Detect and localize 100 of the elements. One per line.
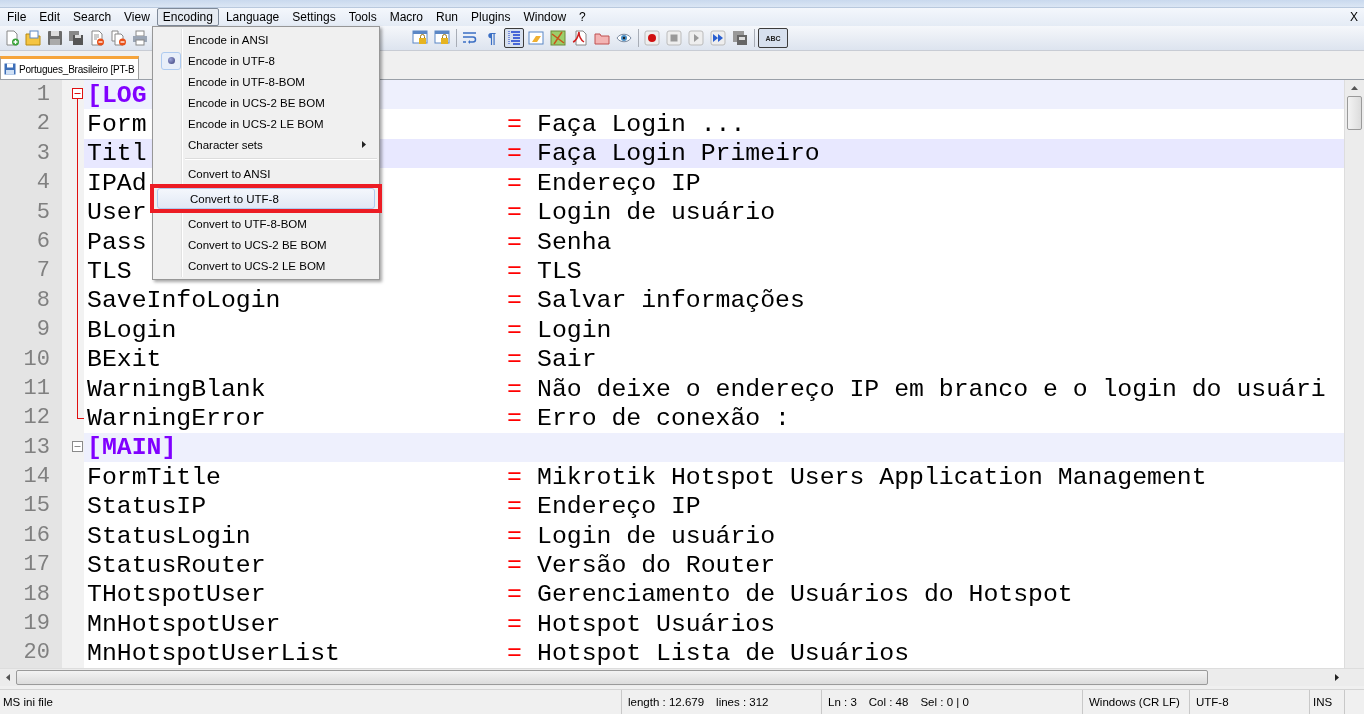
line-number: 19 — [22, 610, 51, 639]
menu-item[interactable]: Convert to UTF-8-BOM — [155, 213, 377, 234]
menu-item[interactable]: ? — [573, 8, 592, 26]
menu-item[interactable]: Encode in UTF-8 — [155, 50, 377, 71]
scrollbar-thumb[interactable] — [1347, 96, 1362, 130]
status-text: Ln : 3 — [828, 696, 857, 708]
section-header: [MAIN] — [87, 433, 177, 462]
menu-item[interactable]: Convert to UCS-2 LE BOM — [155, 255, 377, 276]
menu-item[interactable]: Encode in UCS-2 BE BOM — [155, 92, 377, 113]
fast-forward-icon — [710, 30, 726, 46]
status-text: Col : 48 — [868, 696, 909, 708]
toolbar-button[interactable] — [66, 28, 86, 48]
ini-key: MnHotspotUser — [87, 609, 281, 638]
ini-value: Hotspot Usuários — [537, 609, 776, 638]
equals-sign: = — [507, 257, 522, 286]
collapse-icon[interactable] — [72, 88, 83, 99]
line-number: 15 — [22, 492, 51, 521]
close-document-icon — [89, 30, 106, 46]
toolbar-button[interactable] — [109, 28, 129, 48]
equals-sign: = — [507, 315, 522, 344]
equals-sign: = — [507, 286, 522, 315]
line-number: 9 — [35, 316, 51, 345]
line-number: 10 — [22, 345, 51, 374]
equals-sign: = — [507, 227, 522, 256]
menu-item[interactable]: File — [1, 8, 33, 26]
save-macro-icon — [732, 30, 748, 46]
vertical-scrollbar[interactable] — [1344, 80, 1364, 668]
ini-value: Gerenciamento de Usuários do Hotspot — [537, 580, 1073, 609]
menu-item[interactable]: Tools — [342, 8, 383, 26]
ini-key: Titl — [87, 139, 147, 168]
map-icon — [550, 30, 566, 46]
menu-item[interactable]: Edit — [33, 8, 67, 26]
close-button[interactable]: X — [1350, 10, 1358, 24]
line-number: 18 — [22, 580, 51, 609]
toolbar-button[interactable] — [548, 28, 568, 48]
menu-item[interactable]: Encode in UCS-2 LE BOM — [155, 113, 377, 134]
ini-value: Login — [537, 315, 612, 344]
toolbar-button[interactable] — [642, 28, 662, 48]
line-number: 4 — [35, 169, 51, 198]
ini-value: Não deixe o endereço IP em branco e o login do usuári — [537, 374, 1326, 403]
equals-sign: = — [507, 462, 522, 491]
scrollbar-thumb[interactable] — [16, 670, 1208, 685]
panel-icon — [528, 30, 544, 46]
menu-item[interactable]: Settings — [286, 8, 342, 26]
equals-sign: = — [507, 374, 522, 403]
ini-value: Login de usuário — [537, 198, 776, 227]
ini-value: Sair — [537, 345, 597, 374]
ini-key: BExit — [87, 345, 162, 374]
line-number: 13 — [22, 433, 51, 462]
ini-value: Faça Login ... — [537, 110, 746, 139]
ini-value: Mikrotik Hotspot Users Application Management — [537, 462, 1207, 491]
menu-item[interactable]: Convert to ANSI — [155, 163, 377, 184]
menu-item[interactable]: Search — [67, 8, 118, 26]
toolbar-button[interactable] — [570, 28, 590, 48]
menu-item[interactable]: Run — [430, 8, 465, 26]
equals-sign: = — [507, 639, 522, 668]
ini-key: StatusIP — [87, 492, 207, 521]
ini-key: TLS — [87, 257, 132, 286]
toolbar-button[interactable] — [708, 28, 728, 48]
toolbar-button[interactable] — [730, 28, 750, 48]
menu-item[interactable]: Macro — [383, 8, 429, 26]
status-text: Windows (CR LF) — [1089, 696, 1180, 708]
ini-key: IPAd — [87, 168, 147, 197]
menu-item[interactable]: Encode in ANSI — [155, 29, 377, 50]
line-number: 2 — [35, 110, 51, 139]
horizontal-scrollbar[interactable] — [0, 668, 1364, 686]
ini-key: Pass — [87, 227, 147, 256]
equals-sign: = — [507, 168, 522, 197]
ini-value: Login de usuário — [537, 521, 776, 550]
menu-item[interactable]: Encoding — [156, 8, 219, 26]
line-number: 17 — [22, 551, 51, 580]
toolbar-button[interactable] — [504, 28, 524, 48]
ini-key: FormTitle — [87, 462, 221, 491]
ini-value: Endereço IP — [537, 492, 701, 521]
file-tab[interactable]: Portugues_Brasileiro [PT-B — [0, 56, 140, 79]
word-wrap-icon — [462, 30, 478, 46]
ini-key: WarningBlank — [87, 374, 266, 403]
menu-item[interactable]: Language — [219, 8, 286, 26]
menu-item[interactable]: View — [118, 8, 156, 26]
menu-item[interactable]: Encode in UTF-8-BOM — [155, 71, 377, 92]
submenu-arrow-icon — [362, 141, 366, 148]
line-number: 16 — [22, 521, 51, 550]
ini-value: Salvar informações — [537, 286, 805, 315]
toolbar-button[interactable]: ¶ — [482, 28, 502, 48]
locked-window-icon — [434, 30, 450, 46]
folder-icon — [594, 30, 610, 46]
menu-item[interactable]: Convert to UTF-8 — [157, 188, 375, 209]
document-icon — [572, 30, 588, 46]
menu-item[interactable]: Convert to UCS-2 BE BOM — [155, 234, 377, 255]
menu-item[interactable]: Window — [517, 8, 573, 26]
stop-icon — [666, 30, 682, 46]
line-number: 5 — [35, 198, 51, 227]
equals-sign: = — [507, 609, 522, 638]
status-text: UTF-8 — [1196, 696, 1229, 708]
ini-value: Senha — [537, 227, 612, 256]
menu-item[interactable]: Plugins — [465, 8, 517, 26]
section-header: [LOG — [87, 80, 147, 109]
menu-item[interactable]: Character sets — [155, 134, 377, 155]
equals-sign: = — [507, 492, 522, 521]
collapse-icon[interactable] — [72, 440, 83, 452]
